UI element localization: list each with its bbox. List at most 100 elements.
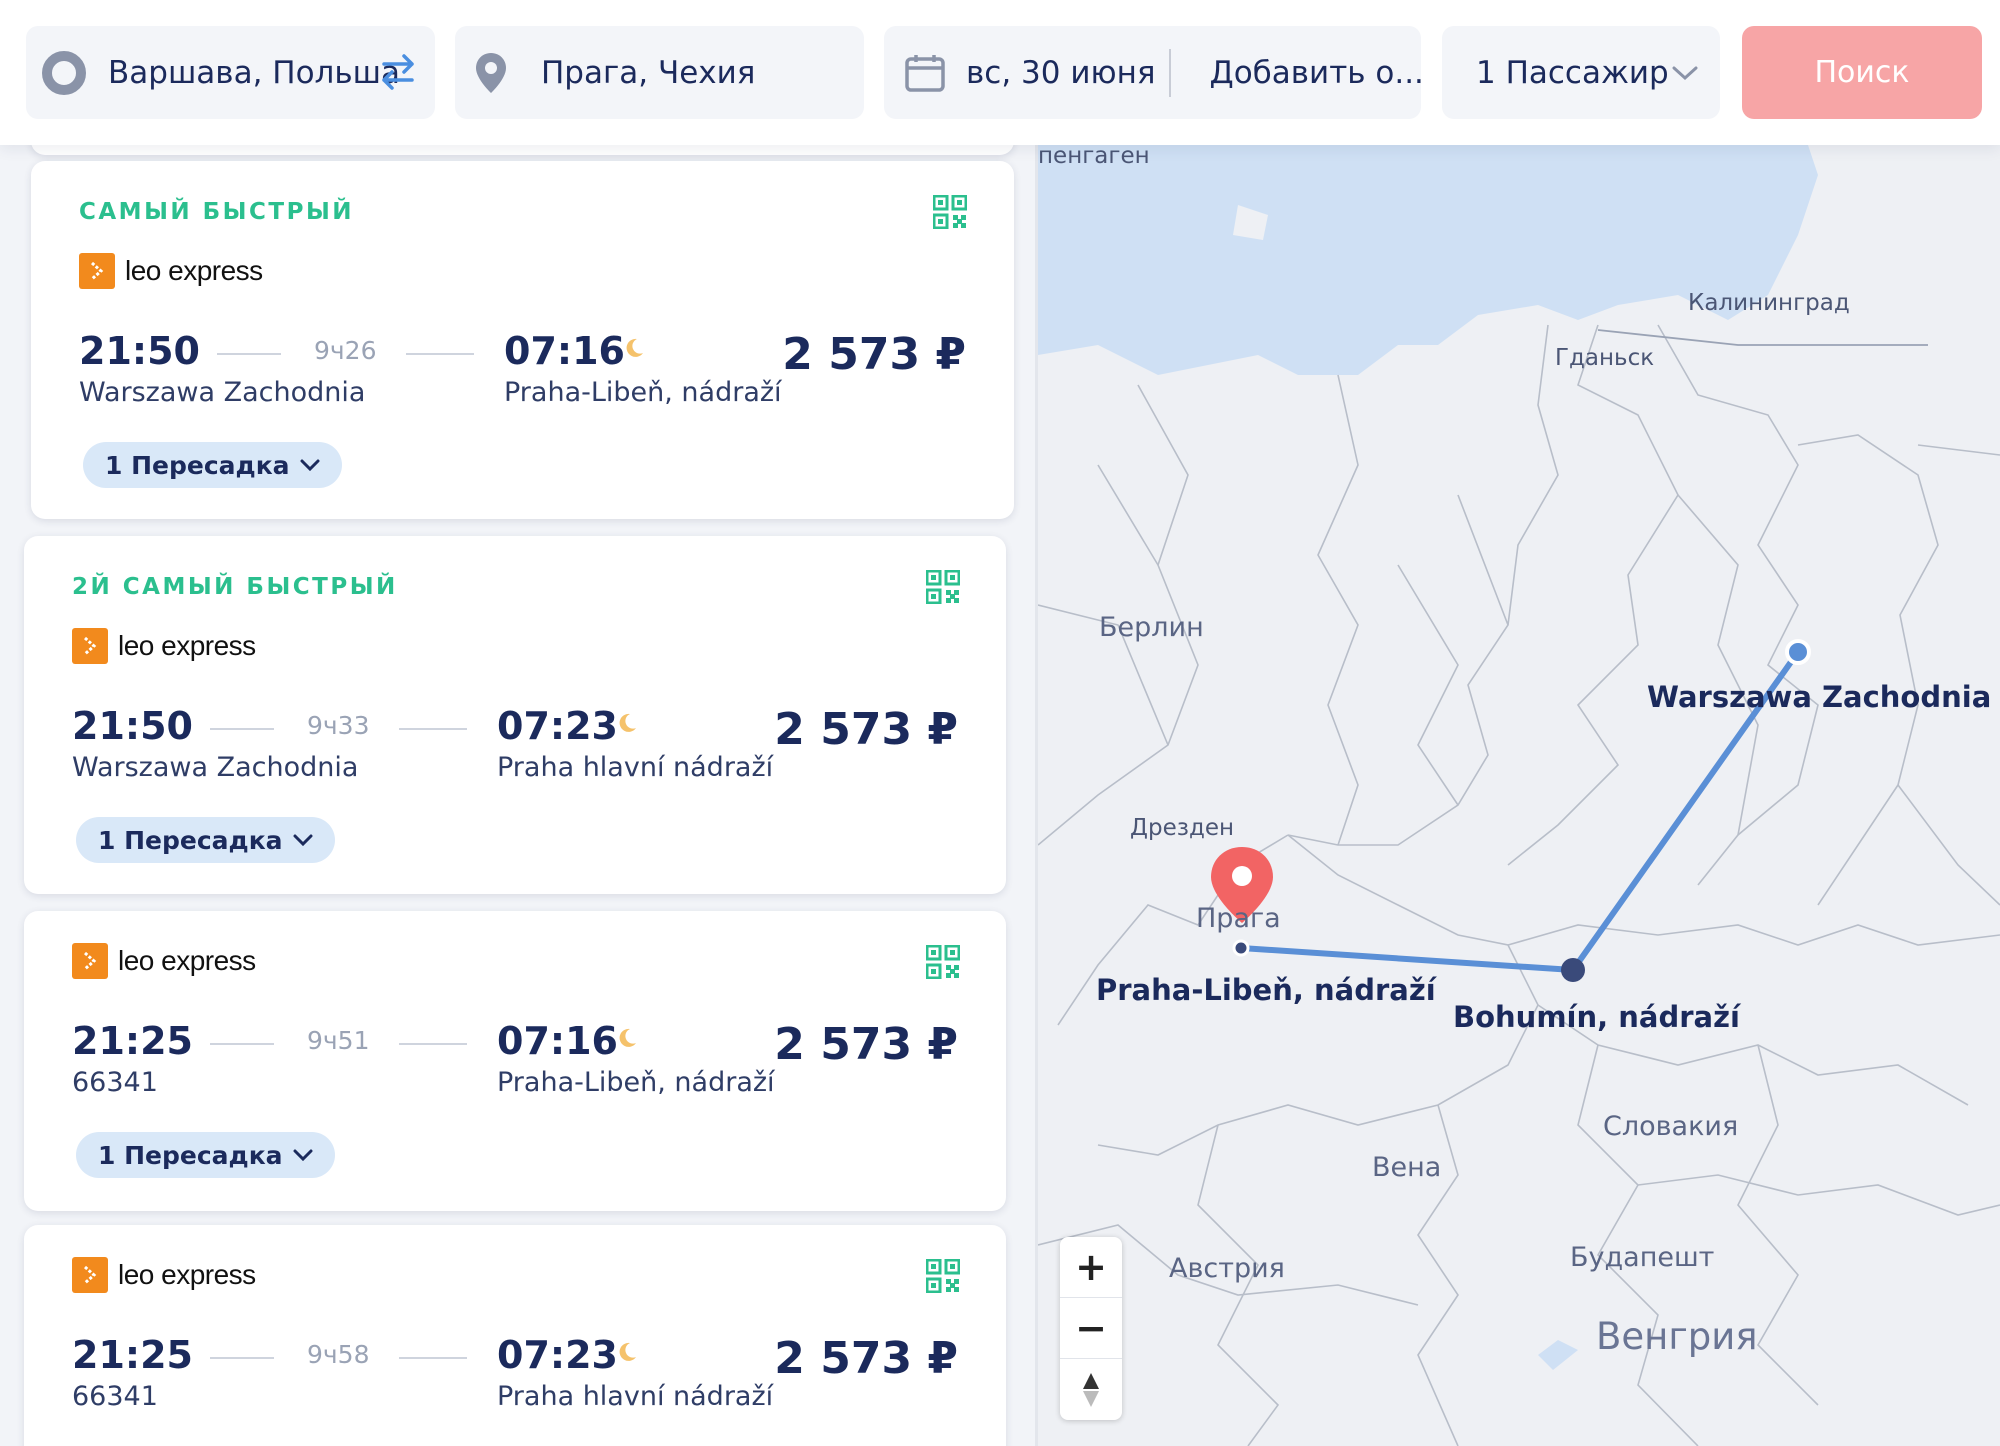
arrival-time: 07:23	[497, 704, 618, 748]
carrier-brand: leo express	[72, 1257, 256, 1293]
carrier-brand: leo express	[72, 943, 256, 979]
leo-express-logo-icon	[72, 1257, 108, 1293]
qr-code-icon	[926, 945, 960, 979]
route-line	[210, 728, 274, 730]
duration: 9ч33	[307, 711, 370, 740]
transfers-label: 1 Пересадка	[98, 825, 283, 855]
result-card[interactable]: 2Й САМЫЙ БЫСТРЫЙ leo express 21:50 9ч33 …	[24, 536, 1006, 894]
carrier-name: leo express	[118, 1259, 256, 1290]
results-list: САМЫЙ БЫСТРЫЙ leo express 21:50 9ч26 07:…	[0, 145, 1035, 1446]
city-label: Прага	[1196, 903, 1281, 934]
zoom-out-button[interactable]: −	[1060, 1298, 1122, 1359]
result-card[interactable]: leo express 21:25 9ч51 07:16 2 573 ₽ 663…	[24, 911, 1006, 1211]
route-line	[210, 1357, 274, 1359]
leo-express-logo-icon	[79, 253, 115, 289]
moon-icon	[626, 338, 643, 357]
arrival-station: Praha-Libeň, nádraží	[497, 1067, 775, 1098]
carrier-brand: leo express	[79, 253, 263, 289]
compass-button[interactable]	[1060, 1359, 1122, 1420]
departure-time: 21:25	[72, 1019, 193, 1063]
result-card[interactable]: leo express 21:25 9ч58 07:23 2 573 ₽ 663…	[24, 1225, 1006, 1446]
date-divider	[1169, 48, 1172, 97]
country-label: Австрия	[1169, 1253, 1285, 1284]
moon-icon	[619, 713, 636, 732]
return-date-placeholder[interactable]: Добавить о...	[1209, 55, 1421, 91]
carrier-name: leo express	[118, 630, 256, 661]
price: 2 573 ₽	[782, 329, 966, 380]
departure-station: 66341	[72, 1381, 158, 1412]
departure-time: 21:25	[72, 1333, 193, 1377]
price: 2 573 ₽	[774, 1019, 958, 1070]
compass-icon	[1083, 1372, 1099, 1407]
route-line	[406, 353, 474, 355]
search-button[interactable]: Поиск	[1742, 26, 1982, 119]
arrival-station: Praha hlavní nádraží	[497, 752, 774, 783]
search-header: Варшава, Польша Прага, Чехия вс, 30 июня…	[0, 0, 2000, 145]
from-field[interactable]: Варшава, Польша	[26, 26, 435, 119]
dates-field[interactable]: вс, 30 июня Добавить о...	[884, 26, 1421, 119]
departure-time: 21:50	[79, 329, 200, 373]
arrival-time: 07:16	[504, 329, 625, 373]
transfers-toggle[interactable]: 1 Пересадка	[76, 817, 335, 863]
city-label: пенгаген	[1038, 145, 1150, 169]
moon-icon	[619, 1342, 636, 1361]
from-value: Варшава, Польша	[108, 54, 398, 91]
calendar-icon	[905, 54, 945, 92]
departure-station: Warszawa Zachodnia	[79, 377, 366, 408]
city-label: Гданьск	[1555, 345, 1655, 371]
route-line	[399, 1043, 467, 1045]
arrival-station: Praha hlavní nádraží	[497, 1381, 774, 1412]
transfers-toggle[interactable]: 1 Пересадка	[83, 442, 342, 488]
to-field[interactable]: Прага, Чехия	[455, 26, 864, 119]
departure-station: 66341	[72, 1067, 158, 1098]
price: 2 573 ₽	[774, 704, 958, 755]
transfers-label: 1 Пересадка	[105, 450, 290, 480]
duration: 9ч51	[307, 1026, 370, 1055]
route-map[interactable]: пенгаген Калининград Гданьск Берлин Дрез…	[1038, 145, 2000, 1446]
route-line	[399, 728, 467, 730]
qr-code-icon	[926, 570, 960, 604]
carrier-name: leo express	[125, 255, 263, 286]
country-label: Венгрия	[1596, 1315, 1758, 1358]
fastest-tag: САМЫЙ БЫСТРЫЙ	[79, 199, 355, 225]
destination-dot	[1232, 939, 1250, 957]
city-label: Калининград	[1688, 290, 1850, 316]
map-zoom-controls: + −	[1060, 1237, 1122, 1420]
chevron-down-icon	[293, 1149, 313, 1161]
origin-marker	[1785, 639, 1811, 665]
country-label: Словакия	[1603, 1111, 1739, 1142]
second-fastest-tag: 2Й САМЫЙ БЫСТРЫЙ	[72, 574, 398, 600]
departure-date[interactable]: вс, 30 июня	[966, 55, 1155, 91]
moon-icon	[619, 1028, 636, 1047]
swap-arrows-icon[interactable]	[376, 50, 420, 94]
station-label-warsaw: Warszawa Zachodnia	[1647, 680, 1992, 714]
passengers-value: 1 Пассажир	[1476, 54, 1669, 91]
chevron-down-icon	[293, 834, 313, 846]
duration: 9ч26	[314, 336, 377, 365]
map-background	[1038, 145, 2000, 1446]
result-card-partial[interactable]	[31, 145, 1014, 155]
chevron-down-icon	[300, 459, 320, 471]
departure-station: Warszawa Zachodnia	[72, 752, 359, 783]
transfers-toggle[interactable]: 1 Пересадка	[76, 1132, 335, 1178]
arrival-time: 07:16	[497, 1019, 618, 1063]
arrival-time: 07:23	[497, 1333, 618, 1377]
city-label: Вена	[1372, 1152, 1442, 1183]
arrival-station: Praha-Libeň, nádraží	[504, 377, 782, 408]
qr-code-icon	[933, 195, 967, 229]
route-line	[399, 1357, 467, 1359]
location-pin-icon	[476, 52, 506, 93]
zoom-in-button[interactable]: +	[1060, 1237, 1122, 1298]
to-value: Прага, Чехия	[541, 54, 756, 91]
passengers-select[interactable]: 1 Пассажир	[1442, 26, 1720, 119]
chevron-down-icon	[1672, 66, 1698, 81]
leo-express-logo-icon	[72, 943, 108, 979]
result-card[interactable]: САМЫЙ БЫСТРЫЙ leo express 21:50 9ч26 07:…	[31, 161, 1014, 519]
duration: 9ч58	[307, 1340, 370, 1369]
origin-circle-icon	[42, 50, 86, 95]
route-line	[210, 1043, 274, 1045]
transfer-marker	[1561, 958, 1585, 982]
station-label-bohumin: Bohumín, nádraží	[1453, 1000, 1740, 1034]
city-label: Дрезден	[1130, 815, 1235, 841]
station-label-praha: Praha-Libeň, nádraží	[1096, 973, 1436, 1007]
